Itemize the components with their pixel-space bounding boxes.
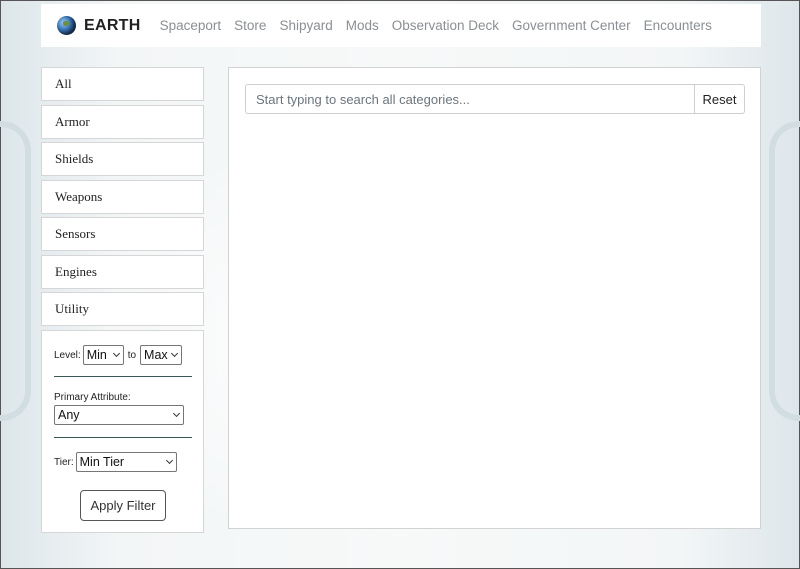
category-sidebar: All Armor Shields Weapons Sensors Engine…: [41, 67, 204, 330]
filter-divider: [54, 376, 192, 377]
nav-link-store[interactable]: Store: [234, 18, 266, 33]
chevron-down-icon: [172, 409, 181, 418]
reset-button[interactable]: Reset: [694, 84, 745, 114]
background-decoration: [769, 121, 800, 421]
background-decoration: [0, 121, 31, 421]
nav-link-spaceport[interactable]: Spaceport: [160, 18, 222, 33]
tier-value: Min Tier: [79, 455, 125, 469]
nav-link-observation-deck[interactable]: Observation Deck: [392, 18, 499, 33]
nav-links: Spaceport Store Shipyard Mods Observatio…: [160, 18, 725, 33]
results-panel: Reset: [228, 67, 761, 529]
level-min-select[interactable]: Min: [82, 345, 124, 365]
category-armor[interactable]: Armor: [41, 104, 204, 139]
chevron-down-icon: [165, 456, 173, 465]
level-max-select[interactable]: Max: [140, 345, 183, 365]
level-label: Level:: [54, 349, 81, 361]
nav-link-encounters[interactable]: Encounters: [644, 18, 712, 33]
primary-attribute-label: Primary Attribute:: [54, 392, 131, 403]
search-group: Reset: [245, 84, 745, 114]
chevron-down-icon: [112, 349, 120, 358]
primary-attribute-select[interactable]: Any: [54, 405, 184, 425]
level-min-value: Min: [86, 348, 107, 362]
apply-filter-button[interactable]: Apply Filter: [80, 490, 166, 521]
category-engines[interactable]: Engines: [41, 254, 204, 289]
nav-link-government-center[interactable]: Government Center: [512, 18, 631, 33]
category-utility[interactable]: Utility: [41, 292, 204, 326]
category-sensors[interactable]: Sensors: [41, 217, 204, 251]
tier-label: Tier:: [54, 456, 74, 468]
search-input[interactable]: [245, 84, 694, 114]
tier-select[interactable]: Min Tier: [75, 452, 177, 472]
chevron-down-icon: [170, 349, 179, 358]
category-shields[interactable]: Shields: [41, 142, 204, 176]
category-all[interactable]: All: [41, 67, 204, 101]
brand-name: EARTH: [84, 16, 141, 34]
planet-earth-icon: [57, 16, 76, 35]
brand[interactable]: EARTH: [57, 16, 141, 35]
filter-divider: [54, 437, 192, 438]
nav-link-mods[interactable]: Mods: [346, 18, 379, 33]
primary-attribute-value: Any: [58, 408, 80, 422]
filter-panel: Level: Min to Max Primary Attribute: Any…: [41, 330, 204, 533]
tier-filter-row: Tier: Min Tier: [54, 452, 177, 472]
nav-link-shipyard[interactable]: Shipyard: [279, 18, 332, 33]
top-navbar: EARTH Spaceport Store Shipyard Mods Obse…: [41, 4, 761, 47]
category-weapons[interactable]: Weapons: [41, 179, 204, 214]
level-filter-row: Level: Min to Max: [54, 345, 183, 365]
level-to-label: to: [127, 349, 137, 361]
level-max-value: Max: [144, 348, 168, 362]
